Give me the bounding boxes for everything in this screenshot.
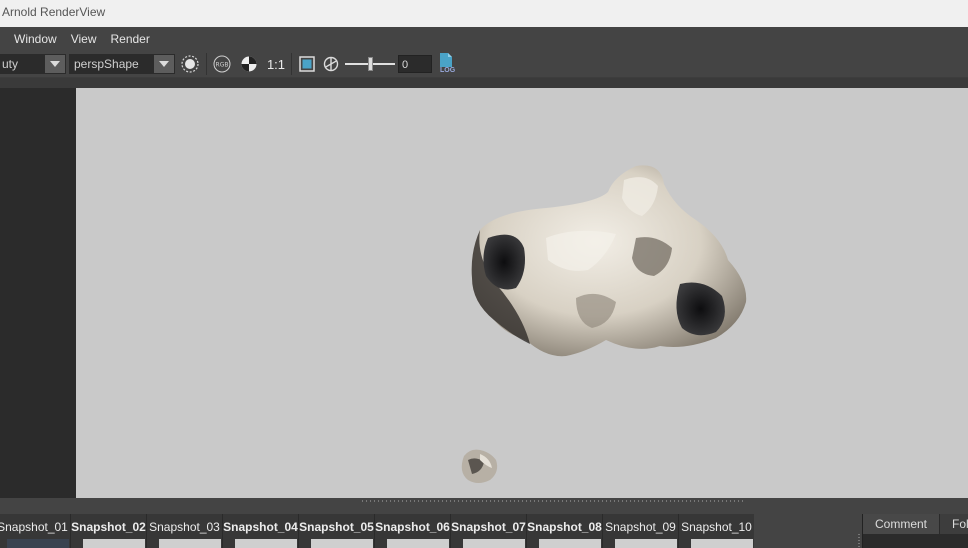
toolbar-divider — [206, 53, 207, 75]
side-panel-content — [863, 534, 968, 548]
exposure-slider[interactable] — [345, 54, 395, 74]
snapshot-item[interactable]: Snapshot_02 — [70, 514, 146, 548]
snapshot-item[interactable]: Snapshot_03 — [146, 514, 222, 548]
side-info-panel: Comment Fold — [862, 514, 968, 548]
tab-folder[interactable]: Fold — [940, 514, 968, 534]
snapshot-thumbnail — [463, 539, 525, 548]
menu-render[interactable]: Render — [103, 27, 156, 51]
viewport-header-strip — [0, 77, 968, 88]
snapshot-name: Snapshot_05 — [299, 520, 374, 534]
render-region-icon[interactable] — [178, 53, 202, 75]
snapshot-name: Snapshot_09 — [605, 520, 676, 534]
panel-splitter[interactable] — [858, 534, 860, 548]
snapshot-name: Snapshot_06 — [375, 520, 450, 534]
log-icon[interactable]: LOG — [438, 53, 460, 75]
snapshot-name: Snapshot_04 — [223, 520, 298, 534]
alpha-channel-icon[interactable] — [237, 53, 261, 75]
snapshot-name: Snapshot_08 — [527, 520, 602, 534]
side-tabs: Comment Fold — [863, 514, 968, 534]
frame-all-icon[interactable] — [295, 53, 319, 75]
rgb-label: RGB — [216, 62, 229, 69]
menu-window[interactable]: Window — [0, 27, 64, 51]
exposure-icon[interactable] — [319, 53, 343, 75]
render-image — [461, 165, 747, 483]
snapshot-item[interactable]: Snapshot_08 — [526, 514, 602, 548]
snapshot-thumbnail — [691, 539, 753, 548]
menu-bar: Window View Render — [0, 27, 968, 51]
camera-dropdown[interactable]: perspShape — [69, 54, 175, 74]
snapshot-thumbnail — [311, 539, 373, 548]
snapshot-item[interactable]: Snapshot_05 — [298, 514, 374, 548]
chevron-down-icon[interactable] — [45, 55, 65, 73]
snapshot-name: Snapshot_02 — [71, 520, 146, 534]
menu-view[interactable]: View — [64, 27, 104, 51]
render-viewport[interactable] — [76, 88, 968, 498]
left-side-panel — [0, 88, 76, 498]
snapshot-thumbnail — [387, 539, 449, 548]
snapshot-name: Snapshot_03 — [149, 520, 220, 534]
snapshot-item[interactable]: Snapshot_04 — [222, 514, 298, 548]
small-rock-model — [461, 449, 498, 483]
chevron-down-icon[interactable] — [154, 55, 174, 73]
snapshot-item[interactable]: Snapshot_07 — [450, 514, 526, 548]
snapshot-thumbnail — [615, 539, 677, 548]
aov-dropdown[interactable]: uty — [0, 54, 66, 74]
ratio-button[interactable]: 1:1 — [265, 57, 287, 72]
snapshot-thumbnail — [159, 539, 221, 548]
snapshot-thumbnail — [7, 539, 69, 548]
snapshot-item[interactable]: Snapshot_01 — [0, 514, 70, 548]
log-label: LOG — [440, 67, 456, 74]
snapshot-bar: Snapshot_01 Snapshot_02 Snapshot_03 Snap… — [0, 498, 968, 548]
exposure-field[interactable]: 0 — [398, 55, 432, 73]
snapshot-list: Snapshot_01 Snapshot_02 Snapshot_03 Snap… — [0, 514, 754, 548]
snapshot-item[interactable]: Snapshot_10 — [678, 514, 754, 548]
snapshot-thumbnail — [83, 539, 145, 548]
rock-model — [471, 165, 747, 357]
camera-value: perspShape — [74, 57, 139, 71]
snapshot-name: Snapshot_01 — [0, 520, 68, 534]
snapshot-item[interactable]: Snapshot_06 — [374, 514, 450, 548]
tab-comment[interactable]: Comment — [863, 514, 941, 534]
snapshot-thumbnail — [235, 539, 297, 548]
resize-grip[interactable] — [362, 500, 746, 502]
snapshot-thumbnail — [539, 539, 601, 548]
rgb-channel-button[interactable]: RGB — [210, 53, 234, 75]
toolbar-divider — [291, 53, 292, 75]
slider-handle[interactable] — [368, 57, 373, 71]
window-title: Arnold RenderView — [2, 5, 106, 19]
title-bar: Arnold RenderView — [0, 0, 968, 27]
snapshot-name: Snapshot_10 — [681, 520, 752, 534]
snapshot-item[interactable]: Snapshot_09 — [602, 514, 678, 548]
aov-value: uty — [2, 57, 19, 71]
snapshot-name: Snapshot_07 — [451, 520, 526, 534]
toolbar: uty perspShape RGB 1:1 0 LOG — [0, 51, 968, 77]
